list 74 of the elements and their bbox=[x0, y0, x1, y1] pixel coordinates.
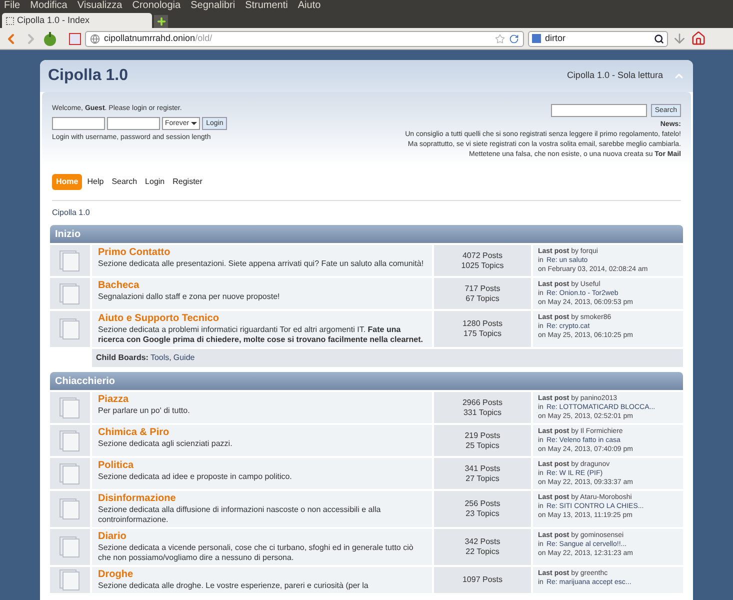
menu-item[interactable]: Aiuto bbox=[298, 0, 321, 12]
url-text: cipollatnumrrahd.onion/old/ bbox=[104, 32, 212, 45]
board-description: Sezione dedicata a vicende personali, cose che ci turbano, sfoghi ed in generale tutto ciò che non possiamo/vogliamo dire a nessuno di persona. bbox=[98, 543, 414, 563]
board-description: Per parlare un po' di tutto. bbox=[98, 406, 191, 416]
nav-tab[interactable]: Register bbox=[170, 174, 206, 190]
board-pages-icon bbox=[59, 462, 81, 484]
category-header: Inizio bbox=[50, 225, 683, 243]
forum-title: Cipolla 1.0 bbox=[48, 66, 128, 86]
tab-title: Cipolla 1.0 - Index bbox=[17, 14, 90, 27]
plus-icon bbox=[156, 16, 166, 27]
password-field[interactable] bbox=[107, 117, 160, 130]
board-pages-icon bbox=[59, 536, 81, 558]
topics-count: 175 Topics bbox=[463, 329, 502, 339]
nav-tab[interactable]: Search bbox=[108, 174, 140, 190]
topics-count: 22 Topics bbox=[466, 547, 500, 557]
posts-count: 1097 Posts bbox=[462, 575, 503, 585]
username-field[interactable] bbox=[52, 117, 105, 130]
page-icon bbox=[6, 16, 14, 24]
nav-tab[interactable]: Help bbox=[84, 174, 107, 190]
child-board-link[interactable]: Guide bbox=[173, 352, 195, 364]
topics-count: 23 Topics bbox=[466, 509, 500, 519]
url-field[interactable]: cipollatnumrrahd.onion/old/ bbox=[85, 30, 524, 46]
topics-count: 67 Topics bbox=[466, 294, 500, 304]
globe-icon bbox=[90, 34, 100, 44]
menu-item[interactable]: Segnalibri bbox=[190, 0, 236, 12]
browser-tab[interactable]: Cipolla 1.0 - Index bbox=[2, 13, 152, 28]
topics-count: 1025 Topics bbox=[461, 260, 504, 270]
board-description: Sezione dedicata a problemi informatici riguardanti Tor ed altri argomenti IT. Fate una ricerca con Google prima di chiedere, molte cose si trovano facilmente nella clearnet. bbox=[98, 325, 424, 345]
posts-count: 717 Posts bbox=[464, 284, 500, 294]
menu-item[interactable]: File bbox=[4, 0, 20, 12]
board-pages-icon bbox=[59, 318, 81, 340]
search-engine-icon bbox=[532, 34, 541, 43]
posts-count: 219 Posts bbox=[464, 430, 500, 440]
category-header: Chiacchierio bbox=[50, 372, 683, 390]
onion-icon[interactable] bbox=[43, 31, 57, 46]
posts-count: 2966 Posts bbox=[462, 398, 503, 408]
board-pages-icon bbox=[59, 250, 81, 272]
menu-item[interactable]: Visualizza bbox=[77, 0, 122, 12]
board-description: Sezione dedicata alle droghe. Le vostre esperienze, pareri e curiosità (per la bbox=[98, 581, 370, 591]
posts-count: 256 Posts bbox=[464, 499, 500, 509]
search-engine-field[interactable]: dirtor bbox=[528, 30, 668, 46]
posts-count: 1280 Posts bbox=[462, 319, 503, 329]
child-board-link[interactable]: Tools bbox=[150, 352, 170, 364]
board-description: Sezione dedicata alla diffusione di informazioni nascoste o non accessibili e alla controinformazione. bbox=[98, 505, 382, 525]
download-icon[interactable] bbox=[672, 31, 687, 46]
search-field-text: dirtor bbox=[545, 32, 567, 45]
board-description: Sezione dedicata agli scienziati pazzi. bbox=[98, 439, 234, 449]
board-description: Segnalazioni dallo staff e zona per nuove proposte! bbox=[98, 292, 281, 302]
topics-count: 25 Topics bbox=[466, 440, 500, 450]
board-pages-icon bbox=[59, 430, 81, 452]
topics-count: 27 Topics bbox=[466, 474, 500, 484]
star-icon[interactable] bbox=[495, 34, 505, 44]
menu-item[interactable]: Cronologia bbox=[132, 0, 181, 12]
forum-subtitle: Cipolla 1.0 - Sola lettura bbox=[566, 69, 663, 82]
board-description: Sezione dedicata ad idee e proposte in campo politico. bbox=[98, 472, 293, 482]
board-pages-icon bbox=[59, 282, 81, 304]
home-icon[interactable] bbox=[691, 31, 706, 46]
topics-count: 331 Topics bbox=[463, 408, 502, 418]
child-boards-label: Child Boards: bbox=[96, 352, 148, 364]
menu-item[interactable]: Modifica bbox=[30, 0, 68, 12]
reload-icon[interactable] bbox=[509, 34, 519, 44]
board-pages-icon bbox=[59, 396, 81, 418]
menu-item[interactable]: Strumenti bbox=[245, 0, 288, 12]
new-tab-button[interactable] bbox=[154, 15, 168, 28]
forum-search-field[interactable] bbox=[550, 104, 647, 117]
posts-count: 342 Posts bbox=[464, 537, 500, 547]
board-description: Sezione dedicata alle presentazioni. Siete appena arrivati qui? Fate un saluto alla comunità! bbox=[98, 259, 425, 269]
nav-tab[interactable]: Login bbox=[142, 174, 168, 190]
search-icon[interactable] bbox=[654, 34, 664, 44]
breadcrumb-link[interactable]: Cipolla 1.0 bbox=[40, 207, 693, 219]
board-pages-icon bbox=[59, 498, 81, 520]
posts-count: 341 Posts bbox=[464, 464, 500, 474]
posts-count: 4072 Posts bbox=[462, 250, 503, 260]
separator-text: , bbox=[169, 352, 172, 364]
